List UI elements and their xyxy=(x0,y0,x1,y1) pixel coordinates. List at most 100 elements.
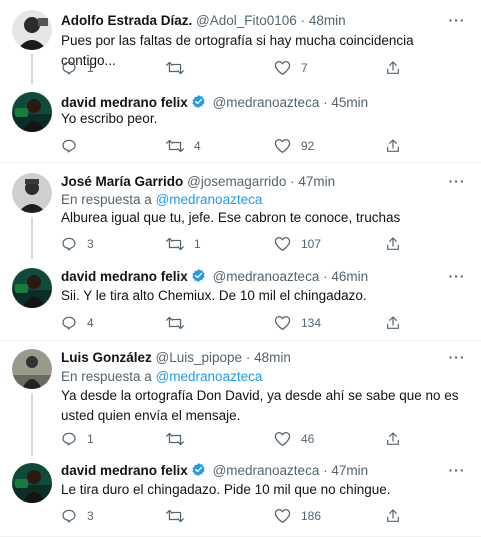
reply-button[interactable]: 3 xyxy=(61,507,94,525)
user-handle[interactable]: @medranoazteca xyxy=(213,95,320,110)
reply-mention-link[interactable]: @medranoazteca xyxy=(156,369,263,384)
timestamp[interactable]: 47min xyxy=(331,463,368,478)
share-icon xyxy=(387,432,399,445)
reply-context: En respuesta a @medranoazteca xyxy=(61,191,262,209)
tweet-text: Sii. Y le tira alto Chemiux. De 10 mil e… xyxy=(61,288,367,303)
tweet-actions: 4 134 xyxy=(61,314,421,332)
tweet-luis[interactable]: Luis González @Luis_pipope · 48min ··· E… xyxy=(0,341,481,456)
like-button[interactable]: 186 xyxy=(274,507,321,525)
avatar-adolfo[interactable] xyxy=(12,10,52,50)
heart-icon xyxy=(274,508,291,524)
heart-icon xyxy=(274,431,291,447)
like-button[interactable]: 92 xyxy=(274,137,314,155)
share-button[interactable] xyxy=(385,507,401,525)
retweet-count: 4 xyxy=(194,139,201,153)
tweet-actions: 3 186 xyxy=(61,507,421,525)
display-name[interactable]: Luis González xyxy=(61,350,152,365)
user-handle[interactable]: @medranoazteca xyxy=(213,463,320,478)
tweet-actions: 1 7 xyxy=(61,59,421,77)
retweet-button[interactable]: 4 xyxy=(166,137,201,155)
tweet-david-3[interactable]: david medrano felix @medranoazteca · 47m… xyxy=(0,455,481,537)
retweet-icon xyxy=(166,509,184,523)
display-name[interactable]: david medrano felix xyxy=(61,463,188,478)
avatar-luis[interactable] xyxy=(12,349,52,389)
reply-icon xyxy=(62,509,76,523)
avatar-david[interactable] xyxy=(12,92,52,132)
user-handle[interactable]: @Luis_pipope xyxy=(156,350,243,365)
retweet-button[interactable] xyxy=(166,430,194,448)
share-button[interactable] xyxy=(385,430,401,448)
tweet-header: José María Garrido @josemagarrido · 47mi… xyxy=(61,173,335,191)
tweet-david-2[interactable]: david medrano felix @medranoazteca · 46m… xyxy=(0,258,481,340)
heart-icon xyxy=(274,236,291,252)
like-button[interactable]: 7 xyxy=(274,59,308,77)
avatar-david[interactable] xyxy=(12,268,52,308)
share-button[interactable] xyxy=(385,235,401,253)
reply-button[interactable]: 1 xyxy=(61,430,94,448)
separator-dot: · xyxy=(323,463,328,478)
tweet-jose-maria[interactable]: José María Garrido @josemagarrido · 47mi… xyxy=(0,163,481,259)
verified-badge-icon xyxy=(191,462,206,482)
more-options-icon[interactable]: ··· xyxy=(447,174,467,193)
reply-button[interactable]: 1 xyxy=(61,59,94,77)
retweet-button[interactable] xyxy=(166,314,194,332)
tweet-david-1[interactable]: david medrano felix @medranoazteca · 45m… xyxy=(0,82,481,162)
share-icon xyxy=(387,61,399,74)
like-count: 134 xyxy=(301,316,322,330)
retweet-button[interactable] xyxy=(166,507,194,525)
tweet-text: Alburea igual que tu, jefe. Ese cabron t… xyxy=(61,210,401,225)
separator-dot: · xyxy=(323,95,328,110)
like-button[interactable]: 107 xyxy=(274,235,321,253)
tweet-text: Le tira duro el chingadazo. Pide 10 mil … xyxy=(61,482,391,497)
more-options-icon[interactable]: ··· xyxy=(447,350,467,369)
thread-line xyxy=(31,54,33,84)
retweet-button[interactable] xyxy=(166,59,194,77)
avatar-jose-maria[interactable] xyxy=(12,173,52,213)
reply-context: En respuesta a @medranoazteca xyxy=(61,368,262,386)
like-button[interactable]: 46 xyxy=(274,430,314,448)
timestamp[interactable]: 47min xyxy=(298,174,335,189)
timestamp[interactable]: 48min xyxy=(309,13,346,28)
display-name[interactable]: José María Garrido xyxy=(61,174,183,189)
reply-mention-link[interactable]: @medranoazteca xyxy=(156,192,263,207)
display-name[interactable]: david medrano felix xyxy=(61,95,188,110)
more-options-icon[interactable]: ··· xyxy=(447,13,467,32)
share-button[interactable] xyxy=(385,314,401,332)
separator-dot: · xyxy=(300,13,306,28)
reply-count: 1 xyxy=(87,432,94,446)
retweet-count: 1 xyxy=(194,237,201,251)
retweet-icon xyxy=(166,237,184,251)
share-button[interactable] xyxy=(385,59,401,77)
reply-button[interactable]: 3 xyxy=(61,235,94,253)
tweet-adolfo[interactable]: Adolfo Estrada Díaz. @Adol_Fito0106 · 48… xyxy=(0,0,481,84)
like-count: 107 xyxy=(301,237,322,251)
avatar-david[interactable] xyxy=(12,463,52,503)
tweet-actions: 3 1 107 xyxy=(61,235,421,253)
separator-dot: · xyxy=(323,269,328,284)
reply-icon xyxy=(62,316,76,330)
retweet-button[interactable]: 1 xyxy=(166,235,201,253)
retweet-icon xyxy=(166,139,184,153)
tweet-actions: 1 46 xyxy=(61,430,421,448)
reply-prefix: En respuesta a xyxy=(61,192,152,207)
like-button[interactable]: 134 xyxy=(274,314,321,332)
share-button[interactable] xyxy=(385,137,401,155)
retweet-icon xyxy=(166,432,184,446)
display-name[interactable]: Adolfo Estrada Díaz. xyxy=(61,13,192,28)
separator-dot: · xyxy=(245,350,251,365)
timestamp[interactable]: 48min xyxy=(254,350,291,365)
timestamp[interactable]: 46min xyxy=(331,269,368,284)
reply-button[interactable] xyxy=(61,137,87,155)
user-handle[interactable]: @Adol_Fito0106 xyxy=(196,13,297,28)
timestamp[interactable]: 45min xyxy=(331,95,368,110)
share-icon xyxy=(387,316,399,329)
tweet-header: david medrano felix @medranoazteca · 46m… xyxy=(61,268,368,288)
tweet-text: Ya desde la ortografía Don David, ya des… xyxy=(61,388,459,423)
reply-count: 3 xyxy=(87,237,94,251)
display-name[interactable]: david medrano felix xyxy=(61,269,188,284)
like-count: 186 xyxy=(301,509,322,523)
reply-button[interactable]: 4 xyxy=(61,314,94,332)
retweet-icon xyxy=(166,61,184,75)
user-handle[interactable]: @josemagarrido xyxy=(187,174,286,189)
user-handle[interactable]: @medranoazteca xyxy=(213,269,320,284)
